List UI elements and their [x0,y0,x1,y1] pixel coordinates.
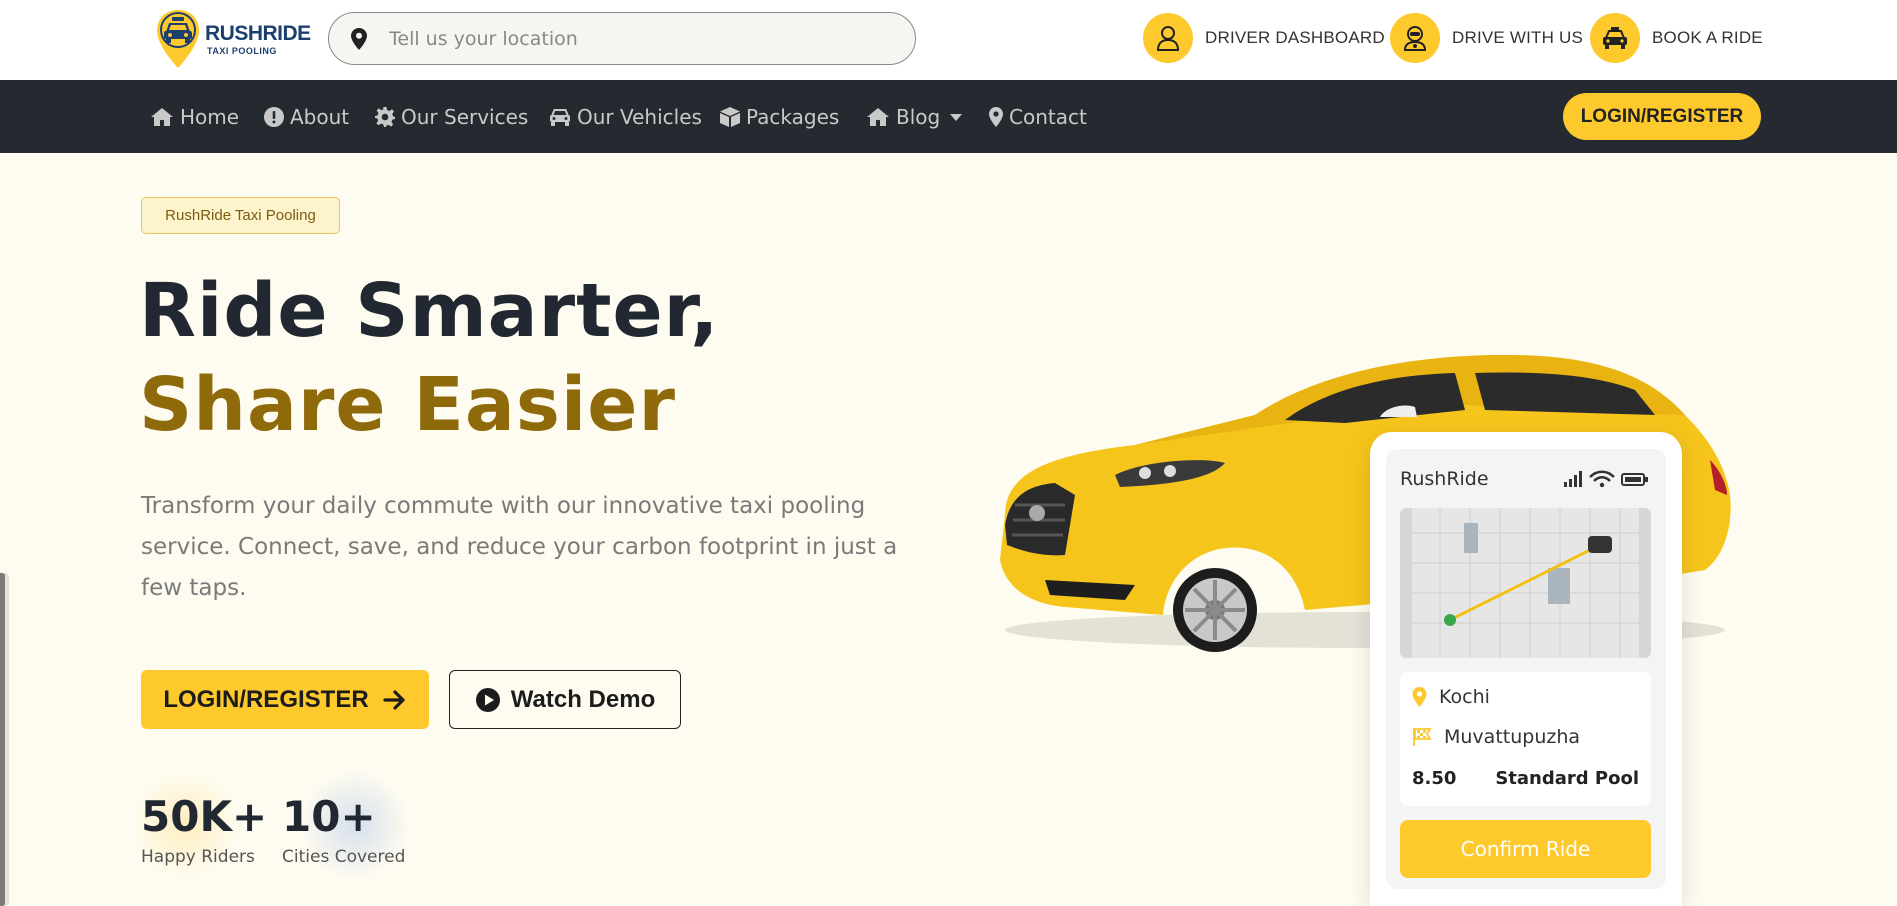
pickup-location: Kochi [1439,686,1490,708]
car-icon [550,109,570,126]
destination-location: Muvattupuzha [1444,726,1581,748]
arrow-right-icon [383,689,405,710]
hero-login-register-button[interactable]: LOGIN/REGISTER [141,670,429,729]
wifi-icon [1589,470,1615,488]
hero-headline-line1: Ride Smarter, [139,268,720,354]
hero-login-label: LOGIN/REGISTER [163,685,369,713]
hero-headline-line2: Share Easier [139,362,676,448]
route-map [1400,508,1651,658]
nav-item-our-services[interactable]: Our Services [375,104,528,130]
destination-row: Muvattupuzha [1412,726,1580,748]
taxi-pin-logo-icon [157,10,199,68]
watch-demo-button[interactable]: Watch Demo [449,670,681,729]
driver-dashboard-link[interactable]: DRIVER DASHBOARD [1143,12,1385,64]
fare-amount: 8.50 [1412,768,1457,789]
user-icon [1143,13,1193,63]
nav-our-services-label: Our Services [401,105,529,129]
map-pin-icon [1412,687,1427,707]
nav-contact-label: Contact [1009,105,1087,129]
hero-description: Transform your daily commute with our in… [141,493,898,601]
scrollbar[interactable] [0,573,9,906]
taxi-icon [1590,13,1640,63]
nav-about-label: About [290,105,350,129]
map-pin-icon [989,107,1003,127]
play-circle-icon [475,687,500,712]
location-search[interactable] [328,12,916,65]
brand-name: RUSHRIDE [205,22,311,45]
stat-value: 50K+ [141,792,268,841]
battery-icon [1621,473,1648,486]
book-a-ride-label: BOOK A RIDE [1652,28,1763,47]
driver-icon [1390,13,1440,63]
driver-dashboard-label: DRIVER DASHBOARD [1205,28,1385,47]
book-a-ride-link[interactable]: BOOK A RIDE [1590,12,1763,64]
watch-demo-label: Watch Demo [510,685,656,713]
box-icon [720,107,740,127]
nav-login-register-button[interactable]: LOGIN/REGISTER [1563,93,1761,140]
checkered-flag-icon [1413,728,1432,746]
stat-label: Cities Covered [282,847,406,867]
nav-item-home[interactable]: Home [150,104,239,130]
scrollbar-thumb[interactable] [0,573,5,906]
home-icon [867,108,889,126]
nav-item-packages[interactable]: Packages [720,104,839,130]
phone-app-name: RushRide [1400,468,1489,490]
map-pin-icon [351,28,367,50]
nav-our-vehicles-label: Our Vehicles [577,105,702,129]
stat-happy-riders: 50K+ Happy Riders [141,792,267,867]
signal-icon [1564,471,1582,487]
top-bar: RUSHRIDE TAXI POOLING DRIVER DASHBOARD D… [0,0,1897,80]
nav-packages-label: Packages [746,105,840,129]
confirm-ride-button[interactable]: Confirm Ride [1400,820,1651,878]
phone-status-icons [1564,470,1648,488]
route-details-card: Kochi Muvattupuzha 8.50 Standard Pool [1400,672,1651,806]
nav-home-label: Home [180,105,240,129]
drive-with-us-label: DRIVE WITH US [1452,28,1584,47]
nav-item-about[interactable]: About [264,104,349,130]
location-input[interactable] [389,25,889,53]
stat-label: Happy Riders [141,847,255,867]
ride-type: Standard Pool [1495,768,1639,789]
home-icon [151,108,173,126]
brand-logo[interactable]: RUSHRIDE TAXI POOLING [155,8,311,72]
stat-value: 10+ [282,792,376,841]
brand-tagline: TAXI POOLING [207,46,277,56]
stat-cities-covered: 10+ Cities Covered [282,792,405,867]
hero-badge: RushRide Taxi Pooling [141,197,340,234]
nav-item-our-vehicles[interactable]: Our Vehicles [549,104,702,130]
nav-blog-label: Blog [896,105,941,129]
nav-item-blog[interactable]: Blog [866,104,963,130]
gear-icon [375,107,395,127]
info-icon [264,107,284,127]
drive-with-us-link[interactable]: DRIVE WITH US [1390,12,1583,64]
pickup-row: Kochi [1412,686,1490,708]
chevron-down-icon [950,113,963,121]
nav-item-contact[interactable]: Contact [989,104,1087,130]
